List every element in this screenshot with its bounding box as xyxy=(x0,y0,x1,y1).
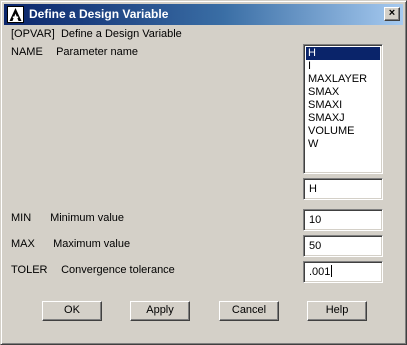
apply-button[interactable]: Apply xyxy=(130,301,190,321)
list-item-smaxj[interactable]: SMAXJ xyxy=(306,112,380,125)
command-header: [OPVAR] Define a Design Variable xyxy=(11,28,182,40)
min-value-input[interactable]: 10 xyxy=(303,209,383,231)
ansys-logo-icon xyxy=(7,6,24,23)
parameter-name-listbox[interactable]: H I MAXLAYER SMAX SMAXI SMAXJ VOLUME W xyxy=(303,44,383,174)
window-title: Define a Design Variable xyxy=(29,7,169,21)
max-label: MAX Maximum value xyxy=(11,238,130,250)
toler-value-text: .001 xyxy=(309,266,331,278)
name-description: Parameter name xyxy=(56,46,138,58)
max-key: MAX xyxy=(11,238,35,250)
text-cursor xyxy=(331,265,333,277)
name-key: NAME xyxy=(11,46,43,58)
toler-label: TOLER Convergence tolerance xyxy=(11,264,175,276)
list-item-volume[interactable]: VOLUME xyxy=(306,125,380,138)
dialog-window: Define a Design Variable × [OPVAR] Defin… xyxy=(0,0,407,345)
toler-key: TOLER xyxy=(11,264,48,276)
parameter-name-input[interactable]: H xyxy=(303,178,383,200)
list-item-w[interactable]: W xyxy=(306,138,380,151)
list-item-smax[interactable]: SMAX xyxy=(306,86,380,99)
ok-button[interactable]: OK xyxy=(42,301,102,321)
list-item-h[interactable]: H xyxy=(306,47,380,60)
close-icon[interactable]: × xyxy=(384,7,400,21)
list-item-maxlayer[interactable]: MAXLAYER xyxy=(306,73,380,86)
max-value-input[interactable]: 50 xyxy=(303,235,383,257)
title-bar[interactable]: Define a Design Variable × xyxy=(4,4,403,25)
min-description: Minimum value xyxy=(50,212,125,224)
name-label: NAME Parameter name xyxy=(11,46,138,58)
command-description: Define a Design Variable xyxy=(60,28,182,40)
min-label: MIN Minimum value xyxy=(11,212,124,224)
toler-description: Convergence tolerance xyxy=(61,264,175,276)
list-item-i[interactable]: I xyxy=(306,60,380,73)
list-item-smaxi[interactable]: SMAXI xyxy=(306,99,380,112)
cancel-button[interactable]: Cancel xyxy=(219,301,279,321)
min-key: MIN xyxy=(11,212,32,224)
max-description: Maximum value xyxy=(53,238,131,250)
toler-value-input[interactable]: .001 xyxy=(303,261,383,283)
command-code: [OPVAR] xyxy=(11,28,55,40)
help-button[interactable]: Help xyxy=(307,301,367,321)
